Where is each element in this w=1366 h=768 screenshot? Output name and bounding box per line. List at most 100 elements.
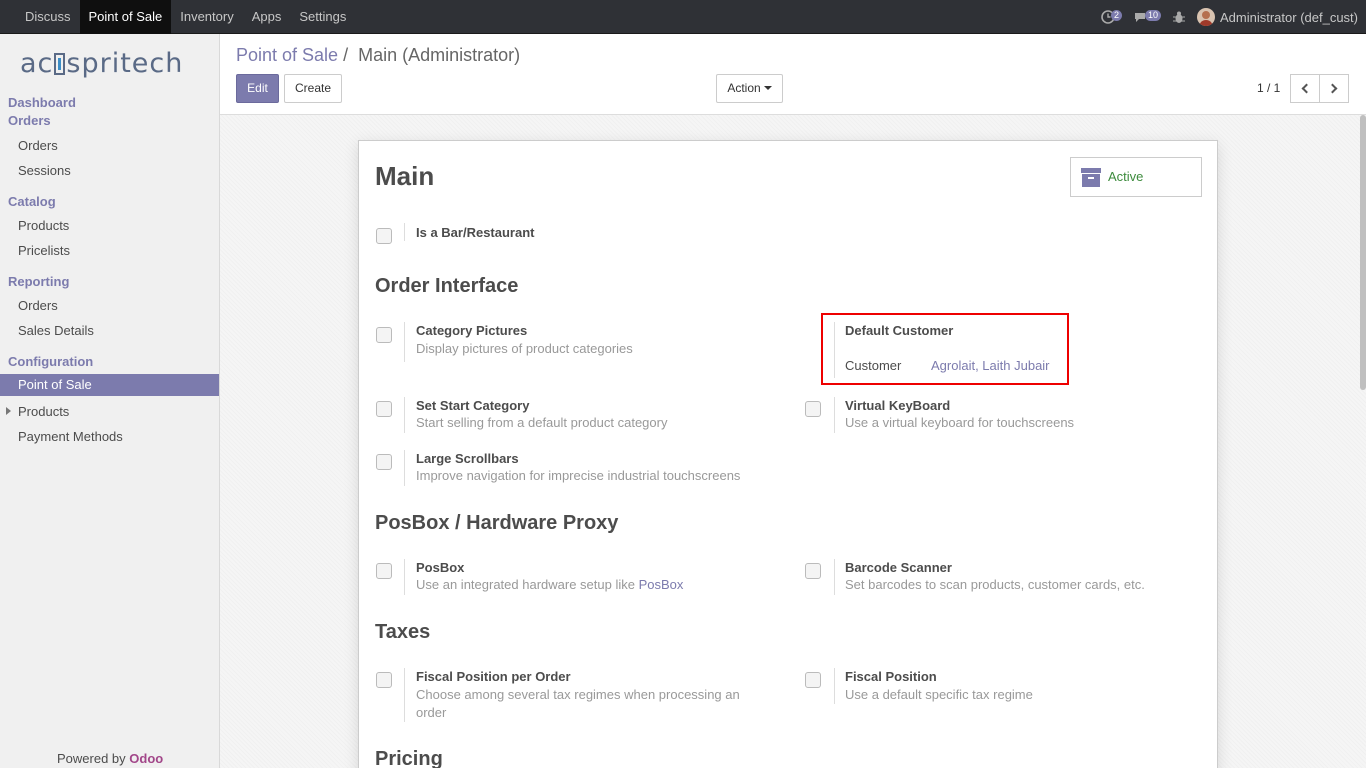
sidebar-item-point-of-sale[interactable]: Point of Sale xyxy=(0,374,219,396)
fiscal-position-desc: Use a default specific tax regime xyxy=(845,687,1033,702)
active-toggle-button[interactable]: Active xyxy=(1070,157,1202,197)
sidebar-section-catalog[interactable]: Catalog xyxy=(8,194,56,209)
barcode-scanner-desc: Set barcodes to scan products, customer … xyxy=(845,577,1145,592)
avatar xyxy=(1197,8,1215,26)
app-menu: Discuss Point of Sale Inventory Apps Set… xyxy=(16,0,355,34)
user-menu[interactable]: Administrator (def_cust) xyxy=(1197,8,1358,26)
large-scrollbars-checkbox[interactable] xyxy=(376,454,392,470)
divider xyxy=(834,322,835,378)
posbox-link[interactable]: PosBox xyxy=(639,577,684,592)
divider xyxy=(404,559,405,595)
sidebar-item-reporting-orders[interactable]: Orders xyxy=(18,298,58,313)
powered-by-text: Powered by xyxy=(57,751,126,766)
powered-by: Powered by Odoo xyxy=(57,751,163,766)
sidebar-section-configuration[interactable]: Configuration xyxy=(8,354,93,369)
divider xyxy=(404,397,405,433)
start-category-checkbox[interactable] xyxy=(376,401,392,417)
breadcrumb-current: Main (Administrator) xyxy=(358,45,521,65)
customer-field-value[interactable]: Agrolait, Laith Jubair xyxy=(931,358,1050,373)
divider xyxy=(404,223,405,241)
sidebar-item-dashboard[interactable]: Dashboard xyxy=(8,95,76,110)
active-label: Active xyxy=(1108,169,1144,184)
bar-restaurant-checkbox[interactable] xyxy=(376,228,392,244)
divider xyxy=(404,322,405,362)
fiscal-per-order-title: Fiscal Position per Order xyxy=(416,669,571,684)
section-pricing: Pricing xyxy=(375,748,443,768)
fiscal-per-order-desc: Choose among several tax regimes when pr… xyxy=(416,687,740,720)
posbox-title: PosBox xyxy=(416,560,465,575)
scrollbar[interactable] xyxy=(1360,115,1366,390)
chevron-right-icon xyxy=(1327,83,1338,94)
sidebar-item-sales-details[interactable]: Sales Details xyxy=(18,323,94,338)
sidebar-item-products[interactable]: Products xyxy=(18,218,69,233)
divider xyxy=(834,668,835,704)
customer-field-label: Customer xyxy=(845,358,902,373)
menu-point-of-sale[interactable]: Point of Sale xyxy=(79,0,172,34)
divider xyxy=(834,559,835,595)
odoo-link[interactable]: Odoo xyxy=(129,751,163,766)
menu-discuss[interactable]: Discuss xyxy=(16,0,80,34)
activities-menu[interactable]: 2 xyxy=(1101,9,1122,24)
menu-apps[interactable]: Apps xyxy=(243,0,291,34)
user-name: Administrator (def_cust) xyxy=(1220,9,1358,25)
virtual-keyboard-title: Virtual KeyBoard xyxy=(845,398,951,413)
barcode-scanner-title: Barcode Scanner xyxy=(845,560,952,575)
large-scrollbars-desc: Improve navigation for imprecise industr… xyxy=(416,468,741,483)
category-pictures-title: Category Pictures xyxy=(416,323,528,338)
create-button[interactable]: Create xyxy=(284,74,342,103)
action-label: Action xyxy=(727,81,761,95)
sidebar: ac spritech Dashboard Orders Orders Sessi… xyxy=(0,34,220,768)
category-pictures-checkbox[interactable] xyxy=(376,327,392,343)
default-customer-title: Default Customer xyxy=(845,323,954,338)
sidebar-section-orders[interactable]: Orders xyxy=(8,113,51,128)
barcode-scanner-checkbox[interactable] xyxy=(805,563,821,579)
archive-icon xyxy=(1081,168,1101,187)
messages-menu[interactable]: 10 xyxy=(1134,9,1161,24)
menu-settings[interactable]: Settings xyxy=(290,0,355,34)
fiscal-per-order-checkbox[interactable] xyxy=(376,672,392,688)
breadcrumb-separator: / xyxy=(343,45,349,65)
caret-right-icon[interactable] xyxy=(6,407,11,415)
section-posbox: PosBox / Hardware Proxy xyxy=(375,512,619,534)
breadcrumb-parent[interactable]: Point of Sale xyxy=(236,45,338,65)
record-title: Main xyxy=(375,161,435,191)
activities-badge: 2 xyxy=(1110,9,1122,21)
section-taxes: Taxes xyxy=(375,621,431,643)
form-view: Main Active Is a Bar/Restaurant Order In… xyxy=(220,114,1366,768)
fiscal-position-title: Fiscal Position xyxy=(845,669,937,684)
divider xyxy=(834,397,835,433)
debug-menu[interactable] xyxy=(1173,11,1185,24)
large-scrollbars-title: Large Scrollbars xyxy=(416,451,519,466)
virtual-keyboard-desc: Use a virtual keyboard for touchscreens xyxy=(845,415,1075,430)
sidebar-item-orders[interactable]: Orders xyxy=(18,138,58,153)
section-order-interface: Order Interface xyxy=(375,275,519,297)
edit-button[interactable]: Edit xyxy=(236,74,279,103)
sidebar-item-payment-methods[interactable]: Payment Methods xyxy=(18,429,123,444)
virtual-keyboard-checkbox[interactable] xyxy=(805,401,821,417)
divider xyxy=(404,668,405,722)
posbox-desc-text: Use an integrated hardware setup like xyxy=(416,577,635,592)
category-pictures-desc: Display pictures of product categories xyxy=(416,341,633,356)
pager-next-button[interactable] xyxy=(1319,74,1349,103)
systray: 2 10 Administrator (def_cust) xyxy=(1101,0,1358,34)
caret-down-icon xyxy=(763,86,772,90)
chevron-left-icon xyxy=(1301,83,1312,94)
action-dropdown[interactable]: Action xyxy=(716,74,783,103)
breadcrumb: Point of Sale / Main (Administrator) xyxy=(236,45,520,66)
top-navbar: Discuss Point of Sale Inventory Apps Set… xyxy=(0,0,1366,34)
start-category-title: Set Start Category xyxy=(416,398,530,413)
start-category-desc: Start selling from a default product cat… xyxy=(416,415,668,430)
sidebar-section-reporting[interactable]: Reporting xyxy=(8,274,69,289)
messages-badge: 10 xyxy=(1144,9,1161,21)
pager-value[interactable]: 1 / 1 xyxy=(1257,81,1280,95)
company-logo: ac spritech xyxy=(20,48,184,79)
sidebar-item-sessions[interactable]: Sessions xyxy=(18,163,71,178)
divider xyxy=(404,450,405,486)
menu-inventory[interactable]: Inventory xyxy=(171,0,242,34)
pager-previous-button[interactable] xyxy=(1290,74,1320,103)
sidebar-item-pricelists[interactable]: Pricelists xyxy=(18,243,70,258)
posbox-desc: Use an integrated hardware setup like Po… xyxy=(416,576,683,594)
fiscal-position-checkbox[interactable] xyxy=(805,672,821,688)
sidebar-item-config-products[interactable]: Products xyxy=(18,404,69,419)
posbox-checkbox[interactable] xyxy=(376,563,392,579)
